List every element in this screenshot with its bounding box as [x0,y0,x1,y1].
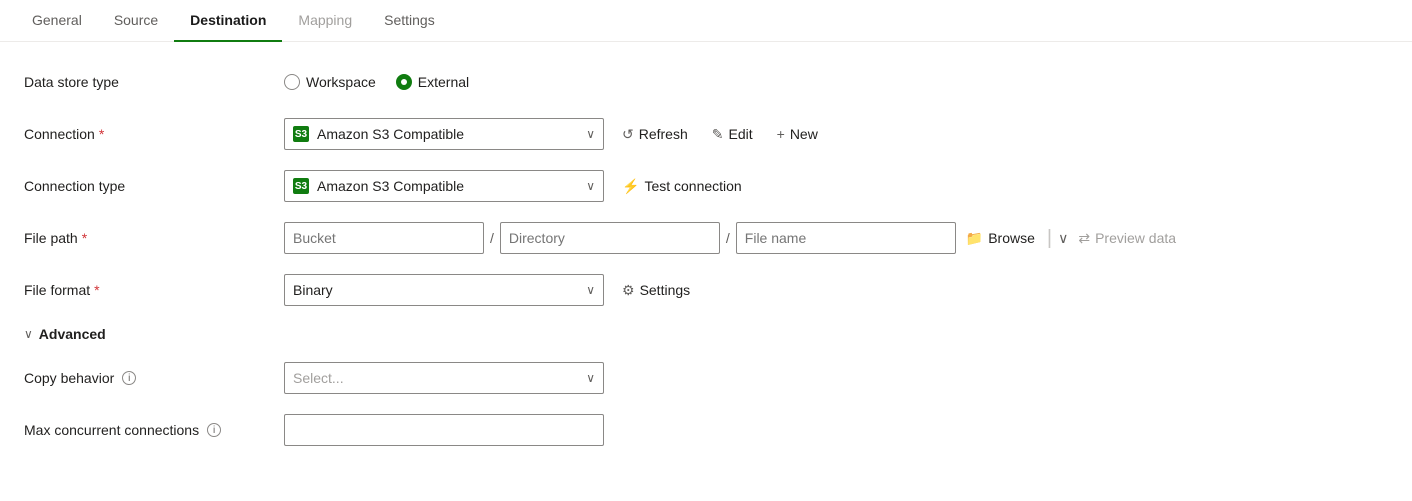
filename-input[interactable] [736,222,956,254]
file-path-group: / / 📁 Browse | ∨ ⇄ Preview data [284,222,1182,254]
file-format-settings-button[interactable]: ⚙ Settings [616,278,696,303]
connection-type-label: Connection type [24,178,284,194]
copy-behavior-chevron-icon: ∨ [586,371,595,385]
connection-label: Connection * [24,126,284,142]
new-icon: + [777,126,785,142]
connection-row: Connection * S3 Amazon S3 Compatible ∨ ↺… [24,118,1388,150]
copy-behavior-info-icon: i [122,371,136,385]
file-format-label: File format * [24,282,284,298]
edit-label: Edit [729,126,753,142]
tab-destination[interactable]: Destination [174,0,282,42]
test-connection-button[interactable]: ⚡ Test connection [616,174,748,199]
bucket-input[interactable] [284,222,484,254]
connection-type-s3-icon: S3 [293,178,309,194]
file-format-required: * [94,282,99,298]
connection-chevron-icon: ∨ [586,127,595,141]
refresh-button[interactable]: ↺ Refresh [616,122,694,147]
connection-type-value: Amazon S3 Compatible [317,178,578,194]
new-label: New [790,126,818,142]
tab-bar: General Source Destination Mapping Setti… [0,0,1412,42]
file-path-row: File path * / / 📁 Browse | ∨ ⇄ Preview d… [24,222,1388,254]
browse-icon: 📁 [966,230,983,247]
tab-settings[interactable]: Settings [368,0,451,42]
data-store-type-label: Data store type [24,74,284,90]
radio-workspace-circle[interactable] [284,74,300,90]
connection-select-wrapper: S3 Amazon S3 Compatible ∨ [284,118,604,150]
path-sep-2: / [724,230,732,246]
advanced-section[interactable]: ∨ Advanced [24,326,1388,342]
connection-controls: S3 Amazon S3 Compatible ∨ ↺ Refresh ✎ Ed… [284,118,824,150]
radio-workspace[interactable]: Workspace [284,74,376,90]
copy-behavior-row: Copy behavior i Select... ∨ [24,362,1388,394]
radio-workspace-label: Workspace [306,74,376,90]
connection-select[interactable]: S3 Amazon S3 Compatible ∨ [284,118,604,150]
copy-behavior-placeholder: Select... [293,370,578,386]
edit-button[interactable]: ✎ Edit [706,122,759,147]
connection-type-chevron-icon: ∨ [586,179,595,193]
test-connection-icon: ⚡ [622,178,639,195]
advanced-label: Advanced [39,326,106,342]
file-path-required: * [82,230,87,246]
main-content: Data store type Workspace External Conne… [0,42,1412,490]
new-button[interactable]: + New [771,122,824,146]
max-connections-row: Max concurrent connections i [24,414,1388,446]
max-connections-info-icon: i [207,423,221,437]
file-format-settings-label: Settings [640,282,691,298]
radio-external-circle[interactable] [396,74,412,90]
data-store-type-controls: Workspace External [284,74,469,90]
file-format-select[interactable]: Binary ∨ [284,274,604,306]
tab-mapping: Mapping [282,0,368,42]
copy-behavior-select[interactable]: Select... ∨ [284,362,604,394]
connection-value: Amazon S3 Compatible [317,126,578,142]
data-store-type-row: Data store type Workspace External [24,66,1388,98]
test-connection-label: Test connection [644,178,741,194]
connection-type-row: Connection type S3 Amazon S3 Compatible … [24,170,1388,202]
edit-icon: ✎ [712,126,724,143]
path-sep-1: / [488,230,496,246]
connection-required: * [99,126,104,142]
radio-external-label: External [418,74,469,90]
tab-source[interactable]: Source [98,0,174,42]
radio-group: Workspace External [284,74,469,90]
copy-behavior-controls: Select... ∨ [284,362,604,394]
copy-behavior-select-wrapper: Select... ∨ [284,362,604,394]
radio-external[interactable]: External [396,74,469,90]
file-format-select-wrapper: Binary ∨ [284,274,604,306]
refresh-label: Refresh [639,126,688,142]
connection-type-select-wrapper: S3 Amazon S3 Compatible ∨ [284,170,604,202]
preview-data-label: Preview data [1095,230,1176,246]
file-path-controls: / / 📁 Browse | ∨ ⇄ Preview data [284,222,1182,254]
directory-input[interactable] [500,222,720,254]
connection-type-select[interactable]: S3 Amazon S3 Compatible ∨ [284,170,604,202]
copy-behavior-label: Copy behavior i [24,370,284,386]
max-connections-controls [284,414,604,446]
tab-general[interactable]: General [16,0,98,42]
browse-label: Browse [988,230,1035,246]
preview-icon: ⇄ [1078,230,1090,247]
max-connections-label: Max concurrent connections i [24,422,284,438]
divider: | [1045,227,1054,250]
file-format-chevron-icon: ∨ [586,283,595,297]
file-format-controls: Binary ∨ ⚙ Settings [284,274,696,306]
preview-data-button[interactable]: ⇄ Preview data [1072,226,1182,251]
connection-s3-icon: S3 [293,126,309,142]
browse-button[interactable]: 📁 Browse [960,226,1041,251]
connection-type-controls: S3 Amazon S3 Compatible ∨ ⚡ Test connect… [284,170,748,202]
browse-chevron-icon[interactable]: ∨ [1058,230,1068,247]
refresh-icon: ↺ [622,126,634,143]
file-format-settings-icon: ⚙ [622,282,635,299]
file-format-value: Binary [293,282,578,298]
max-connections-input[interactable] [284,414,604,446]
advanced-chevron-icon: ∨ [24,327,33,341]
file-path-label: File path * [24,230,284,246]
file-format-row: File format * Binary ∨ ⚙ Settings [24,274,1388,306]
